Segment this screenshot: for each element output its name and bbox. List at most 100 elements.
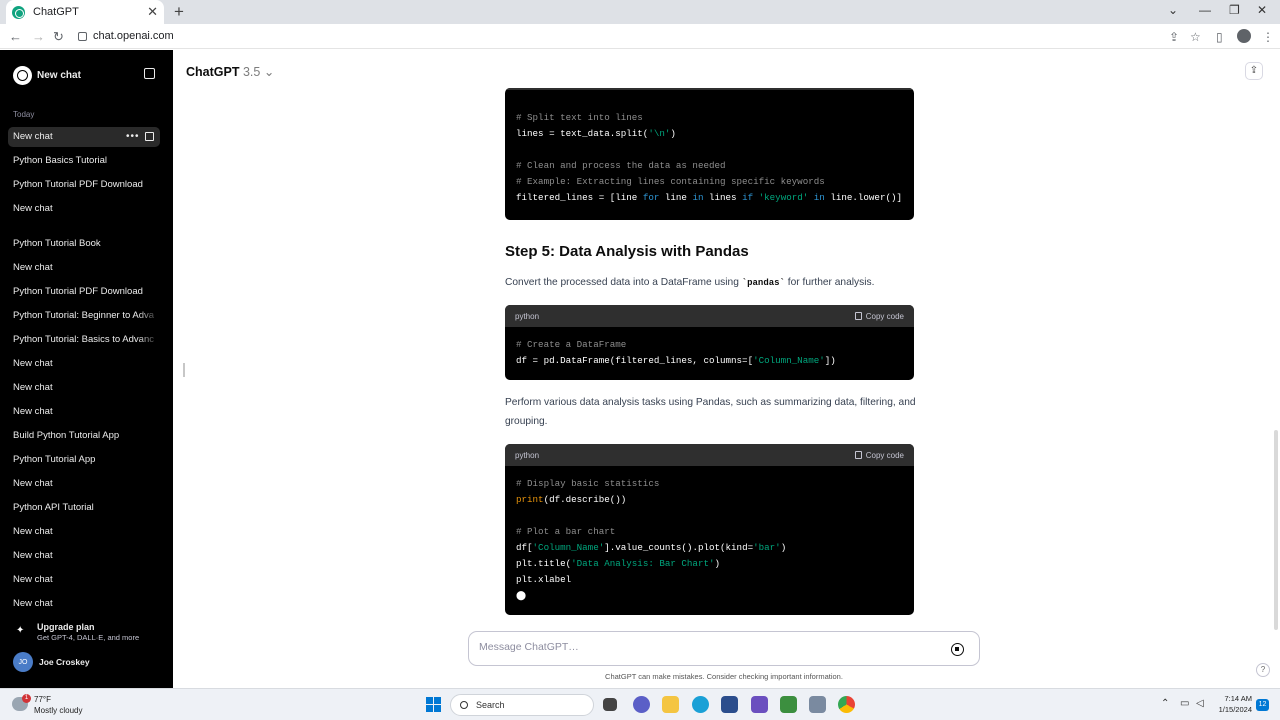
browser-menu-icon[interactable]: ⋮	[1262, 30, 1274, 44]
chevron-up-icon[interactable]: ⌃	[1161, 698, 1169, 709]
sidebar-chat-item[interactable]: Python Basics Tutorial	[8, 151, 160, 171]
edge-browser-icon[interactable]	[692, 696, 709, 713]
code-line: # Display basic statistics	[516, 476, 903, 492]
sidebar-new-chat[interactable]: New chat	[13, 66, 81, 85]
sidebar-chat-item[interactable]: Build Python Tutorial App	[8, 426, 160, 446]
sidebar-chat-item[interactable]: New chat	[8, 378, 160, 398]
restore-icon[interactable]: ❐	[1229, 3, 1240, 17]
close-tab-icon[interactable]: ✕	[147, 4, 158, 20]
volume-icon[interactable]: ◁	[1196, 698, 1204, 709]
help-icon[interactable]: ?	[1256, 663, 1270, 677]
new-chat-edit-icon[interactable]	[144, 68, 155, 79]
code-token: # Plot a bar chart	[516, 526, 616, 537]
profile-avatar-icon[interactable]	[1237, 29, 1251, 43]
notification-badge[interactable]: 12	[1256, 699, 1269, 711]
code-token: # Display basic statistics	[516, 478, 660, 489]
code-token: lines	[703, 192, 743, 203]
copy-code-button[interactable]: Copy code	[854, 451, 904, 460]
sidebar-chat-item[interactable]: Python Tutorial: Beginner to Adva	[8, 306, 160, 326]
share-page-icon[interactable]: ⇪	[1169, 30, 1179, 44]
code-line: lines = text_data.split('\n')	[516, 126, 903, 142]
message-input[interactable]	[479, 641, 919, 653]
clipboard-icon	[854, 451, 862, 459]
archive-icon[interactable]	[145, 132, 154, 141]
back-icon[interactable]: ←	[9, 29, 22, 44]
inline-code-pandas: `pandas`	[741, 278, 785, 288]
sidebar-resize-handle[interactable]	[183, 363, 185, 377]
taskbar-clock[interactable]: 7:14 AM 1/15/2024	[1216, 693, 1252, 715]
sidebar-chat-item[interactable]: New chat	[8, 594, 160, 614]
browser-tab[interactable]: ChatGPT ✕	[6, 0, 164, 24]
url-field[interactable]: chat.openai.com	[78, 30, 174, 42]
sidebar-chat-item[interactable]: Python API Tutorial	[8, 498, 160, 518]
minimize-icon[interactable]: —	[1199, 3, 1211, 17]
sidebar-chat-item[interactable]: New chat	[8, 474, 160, 494]
visual-studio-icon[interactable]	[751, 696, 768, 713]
code-language: python	[515, 450, 540, 460]
code-token: )	[780, 542, 787, 553]
side-panel-icon[interactable]: ▯	[1216, 30, 1223, 44]
sidebar-chat-item[interactable]: New chat	[8, 354, 160, 374]
reload-icon[interactable]: ↻	[53, 29, 64, 45]
code-block-3: python Copy code # Display basic statist…	[505, 444, 914, 615]
code-body-1: # Split text into lines lines = text_data…	[505, 90, 914, 216]
sidebar-chat-item[interactable]: Python Tutorial PDF Download	[8, 175, 160, 195]
code-token: # Create a DataFrame	[516, 339, 627, 350]
code-line: plt.title('Data Analysis: Bar Chart')	[516, 556, 903, 572]
sparkle-icon: ✦	[16, 625, 25, 636]
avatar: JO	[13, 652, 33, 672]
code-line: df = pd.DataFrame(filtered_lines, column…	[516, 353, 903, 369]
disclaimer-text: ChatGPT can make mistakes. Consider chec…	[605, 672, 843, 681]
sidebar-chat-item[interactable]: Python Tutorial Book	[8, 234, 160, 254]
site-info-icon[interactable]	[78, 31, 87, 41]
sidebar-item-label: New chat	[13, 131, 53, 142]
sidebar-chat-item[interactable]: New chat •••	[8, 127, 160, 147]
app-icon[interactable]	[809, 696, 826, 713]
sidebar-chat-item[interactable]: New chat	[8, 258, 160, 278]
code-token: 'Data Analysis: Bar Chart'	[571, 558, 715, 569]
share-chat-icon[interactable]: ⇪	[1245, 62, 1263, 80]
microsoft-store-icon[interactable]	[721, 696, 738, 713]
network-icon[interactable]: ▭	[1180, 698, 1189, 709]
new-tab-icon[interactable]: +	[174, 2, 184, 22]
bookmark-star-icon[interactable]: ☆	[1190, 30, 1201, 44]
teams-chat-icon[interactable]	[633, 696, 650, 713]
code-token: filtered_lines = [line	[516, 192, 643, 203]
sidebar-chat-item[interactable]: Python Tutorial PDF Download	[8, 282, 160, 302]
user-menu[interactable]: JO Joe Croskey	[13, 652, 90, 672]
sidebar-chat-item[interactable]: New chat	[8, 402, 160, 422]
windows-start-icon[interactable]	[426, 697, 441, 712]
sidebar-chat-item[interactable]: New chat	[8, 546, 160, 566]
main-scrollbar[interactable]	[1274, 430, 1278, 630]
taskbar-search[interactable]: Search	[450, 694, 594, 716]
sidebar-chat-item[interactable]: New chat	[8, 199, 160, 219]
tab-search-icon[interactable]: ⌄	[1168, 3, 1178, 17]
sidebar-chat-item[interactable]: New chat	[8, 570, 160, 590]
sidebar-chat-item[interactable]: Python Tutorial App	[8, 450, 160, 470]
forward-icon[interactable]: →	[32, 29, 45, 44]
sidebar-item-label: Python Tutorial: Basics to Advanc	[13, 334, 154, 345]
code-token: in	[692, 192, 704, 203]
chrome-icon[interactable]	[838, 696, 855, 713]
more-options-icon[interactable]: •••	[126, 127, 140, 147]
code-line: # Plot a bar chart	[516, 524, 903, 540]
code-line: ⬤	[516, 588, 903, 604]
search-icon	[460, 701, 468, 709]
close-window-icon[interactable]: ✕	[1257, 3, 1267, 17]
clipboard-icon	[854, 312, 862, 320]
copy-code-button[interactable]: Copy code	[854, 312, 904, 321]
sidebar-chat-item[interactable]: Python Tutorial: Basics to Advanc	[8, 330, 160, 350]
code-line: filtered_lines = [line for line in lines…	[516, 190, 903, 206]
para1-text-after: for further analysis.	[784, 277, 875, 288]
sidebar-item-label: New chat	[13, 358, 53, 369]
code-token: line	[659, 192, 693, 203]
sidebar-chat-item[interactable]: New chat	[8, 522, 160, 542]
sidebar-item-label: New chat	[13, 478, 53, 489]
model-selector[interactable]: ChatGPT 3.5 ⌄	[186, 64, 274, 79]
file-explorer-icon[interactable]	[662, 696, 679, 713]
temperature: 77°F	[34, 695, 51, 704]
excel-icon[interactable]	[780, 696, 797, 713]
task-view-icon[interactable]	[603, 698, 617, 711]
stop-generating-button[interactable]	[951, 643, 964, 656]
